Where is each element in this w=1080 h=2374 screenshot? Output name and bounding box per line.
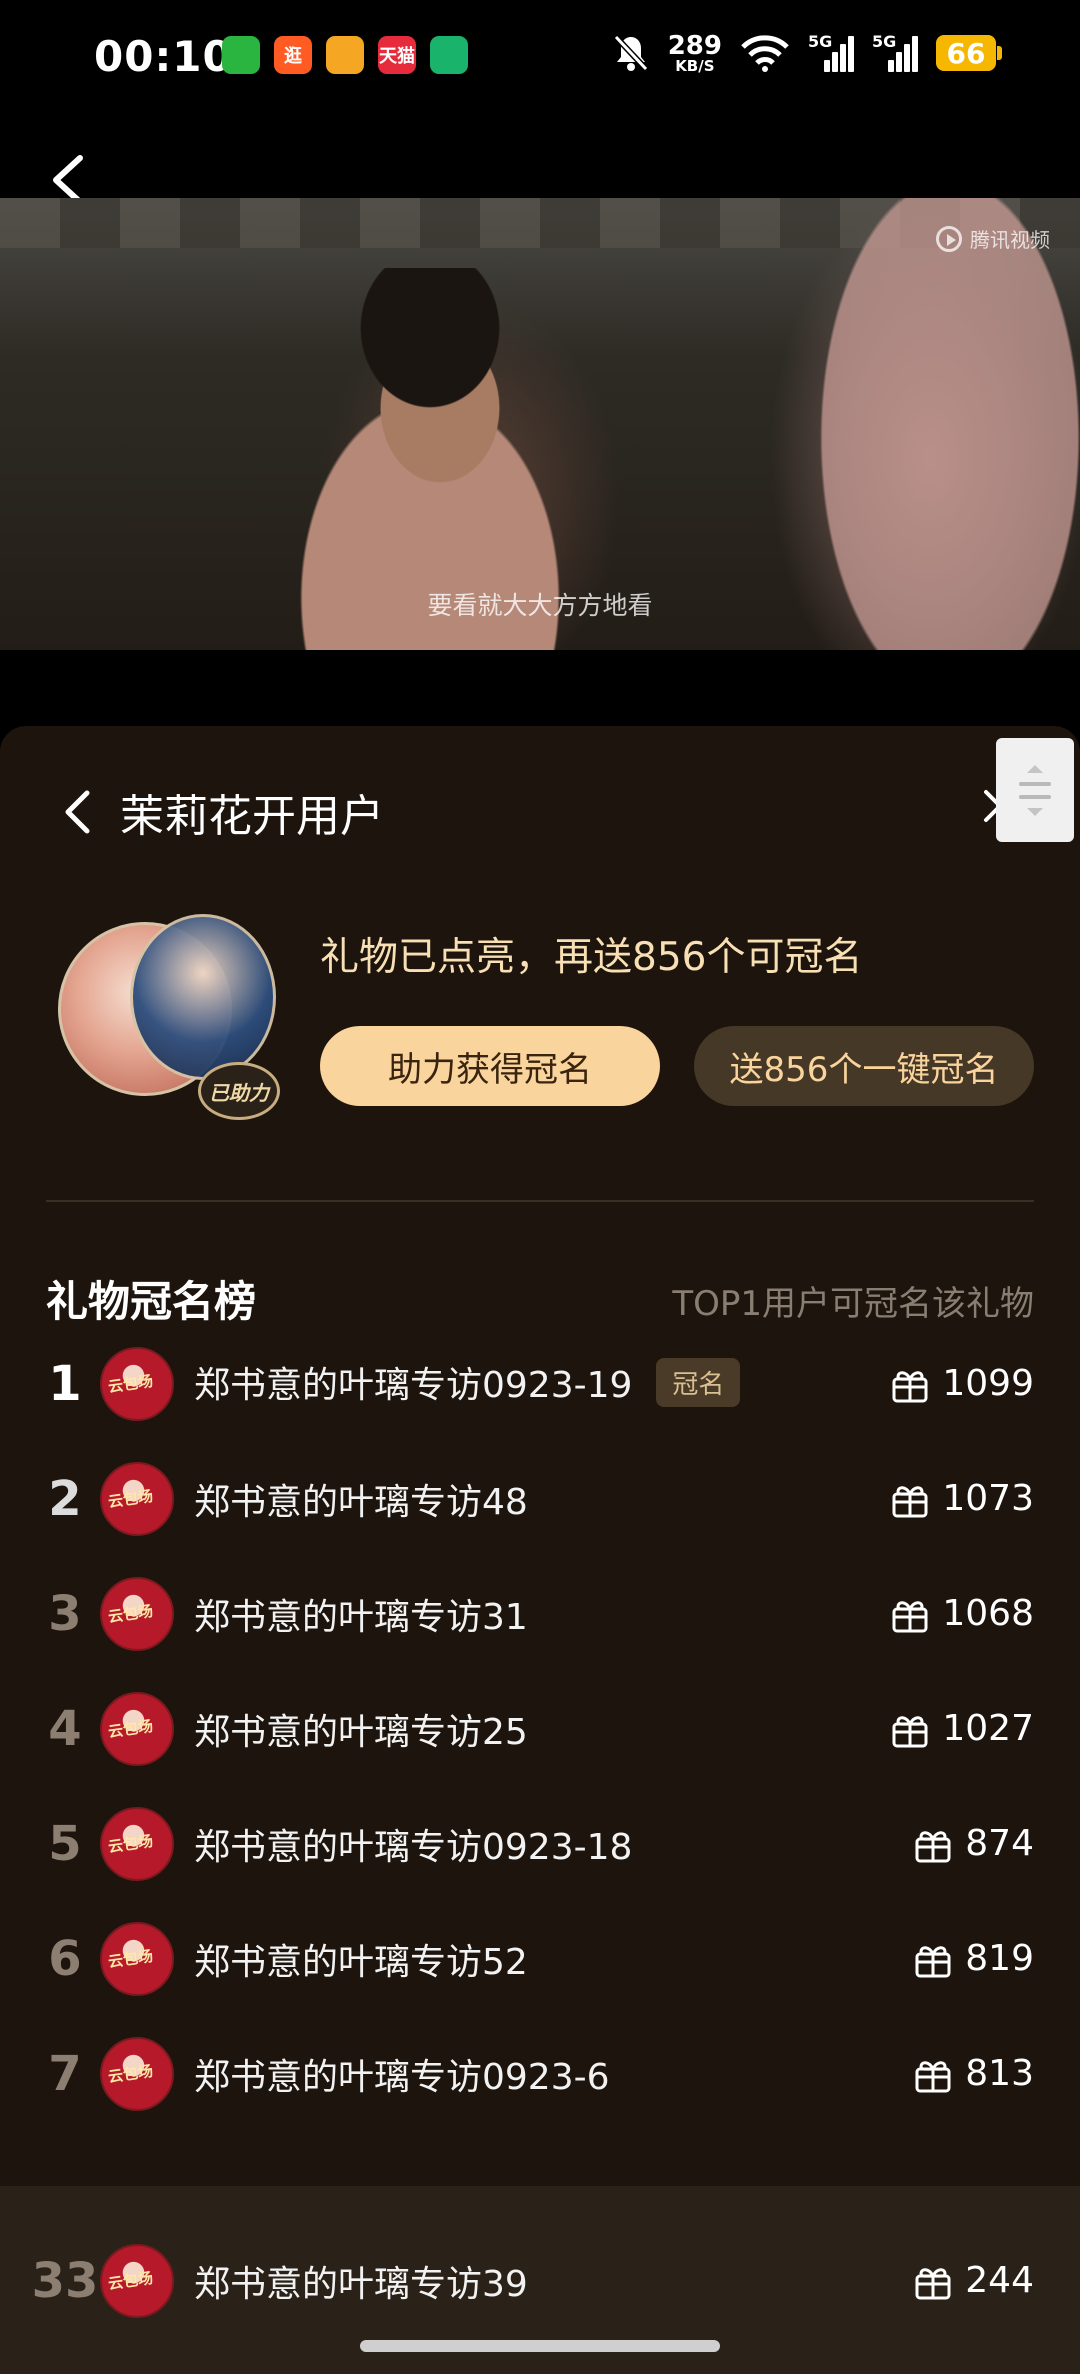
gift-count: 244 (913, 2260, 1034, 2301)
avatar: 云包场 (100, 1346, 174, 1421)
avatar: 云包场 (100, 1806, 174, 1881)
taobao-icon: 逛 (274, 36, 312, 74)
rank-number: 7 (48, 2045, 82, 2102)
wifi-icon (741, 35, 789, 72)
panel-back-button[interactable] (60, 787, 94, 837)
ranking-row[interactable]: 3 云包场 郑书意的叶璃专访31 1068 (0, 1556, 1080, 1671)
gift-icon (892, 1370, 928, 1402)
panel-title: 茉莉花开用户 (120, 791, 384, 842)
help-naming-button[interactable]: 助力获得冠名 (320, 1026, 660, 1106)
one-click-naming-button[interactable]: 送856个一键冠名 (694, 1026, 1034, 1106)
gift-icon (915, 1830, 951, 1862)
gift-count: 1068 (890, 1593, 1034, 1634)
naming-badge: 冠名 (656, 1358, 741, 1408)
rank-number: 5 (48, 1815, 82, 1872)
weibo-icon (326, 36, 364, 74)
boost-badge: 已助力 (198, 1062, 280, 1120)
gift-count: 1073 (890, 1478, 1034, 1519)
network-speed: 289 KB/S (667, 30, 722, 75)
video-frame-figure (800, 198, 1080, 650)
user-name: 郑书意的叶璃专访31 (194, 1596, 528, 1638)
my-rank-row[interactable]: 33 云包场 郑书意的叶璃专访39 244 (0, 2223, 1080, 2338)
rank-number: 2 (48, 1470, 82, 1527)
avatar: 云包场 (100, 1691, 174, 1766)
ranking-row[interactable]: 6 云包场 郑书意的叶璃专访52 819 (0, 1901, 1080, 2016)
status-indicators: 289 KB/S 5G 5G 66 (612, 30, 1002, 75)
video-player[interactable]: 腾讯视频 要看就大大方方地看 (0, 198, 1080, 650)
user-name: 郑书意的叶璃专访48 (194, 1481, 528, 1523)
user-name: 郑书意的叶璃专访0923-6 (194, 2056, 610, 2098)
user-name: 郑书意的叶璃专访0923-18 (194, 1826, 633, 1868)
ranking-row[interactable]: 2 云包场 郑书意的叶璃专访48 1073 (0, 1441, 1080, 1556)
gift-count: 813 (913, 2053, 1034, 2094)
gift-avatar: 已助力 (58, 914, 280, 1120)
home-indicator[interactable] (360, 2340, 720, 2352)
mute-bell-icon (613, 34, 648, 72)
signal-icon: 5G (872, 32, 918, 74)
avatar-image (130, 914, 276, 1080)
status-time: 00:10 (94, 32, 233, 81)
ranking-subtitle: TOP1用户可冠名该礼物 (672, 1284, 1034, 1324)
battery-icon: 66 (936, 35, 1002, 71)
panel-header: 茉莉花开用户 (60, 780, 384, 844)
gift-count: 874 (913, 1823, 1034, 1864)
gift-icon (892, 1485, 928, 1517)
gift-count: 1099 (890, 1363, 1034, 1404)
user-name: 郑书意的叶璃专访0923-19 冠名 (194, 1356, 741, 1412)
notification-apps: 逛 天猫 (222, 36, 468, 74)
gift-icon (892, 1600, 928, 1632)
gift-count: 1027 (890, 1708, 1034, 1749)
rank-number: 3 (48, 1585, 82, 1642)
gift-icon (915, 2267, 951, 2299)
gift-icon (892, 1715, 928, 1747)
ranking-title: 礼物冠名榜 (46, 1277, 257, 1326)
status-bar: 00:10 逛 天猫 289 KB/S 5G 5G 66 (0, 0, 1080, 120)
gift-status-text: 礼物已点亮，再送856个可冠名 (320, 935, 863, 980)
ranking-row[interactable]: 5 云包场 郑书意的叶璃专访0923-18 874 (0, 1786, 1080, 1901)
rank-number: 33 (31, 2252, 99, 2309)
grip-line (1019, 781, 1051, 786)
chevron-up-icon (1027, 764, 1043, 773)
gift-count: 819 (913, 1938, 1034, 1979)
signal-icon: 5G (808, 32, 854, 74)
watermark-text: 腾讯视频 (970, 228, 1050, 252)
wechat-icon (222, 36, 260, 74)
gift-naming-panel: 茉莉花开用户 已助力 礼物已点亮，再送856个可冠名 助力获得冠名 送856个一… (0, 726, 1080, 2374)
grip-line (1019, 794, 1051, 799)
ranking-row[interactable]: 1 云包场 郑书意的叶璃专访0923-19 冠名 1099 (0, 1326, 1080, 1441)
avatar: 云包场 (100, 1921, 174, 1996)
gift-icon (915, 2060, 951, 2092)
rank-number: 6 (48, 1930, 82, 1987)
tencent-video-icon (936, 225, 962, 252)
avatar: 云包场 (100, 1461, 174, 1536)
rank-number: 4 (48, 1700, 82, 1757)
divider (46, 1200, 1034, 1202)
avatar: 云包场 (100, 1576, 174, 1651)
user-name: 郑书意的叶璃专访39 (194, 2263, 528, 2305)
tmall-icon: 天猫 (378, 36, 416, 74)
video-watermark: 腾讯视频 (936, 224, 1050, 253)
chevron-down-icon (1027, 807, 1043, 816)
avatar: 云包场 (100, 2243, 174, 2318)
gift-icon (915, 1945, 951, 1977)
user-name: 郑书意的叶璃专访25 (194, 1711, 528, 1753)
drag-handle[interactable] (996, 738, 1074, 842)
ranking-row[interactable]: 4 云包场 郑书意的叶璃专访25 1027 (0, 1671, 1080, 1786)
battery-saver-icon (430, 36, 468, 74)
avatar: 云包场 (100, 2036, 174, 2111)
ranking-row[interactable]: 7 云包场 郑书意的叶璃专访0923-6 813 (0, 2016, 1080, 2131)
video-subtitle: 要看就大大方方地看 (427, 591, 653, 620)
rank-number: 1 (48, 1355, 82, 1412)
user-name: 郑书意的叶璃专访52 (194, 1941, 528, 1983)
